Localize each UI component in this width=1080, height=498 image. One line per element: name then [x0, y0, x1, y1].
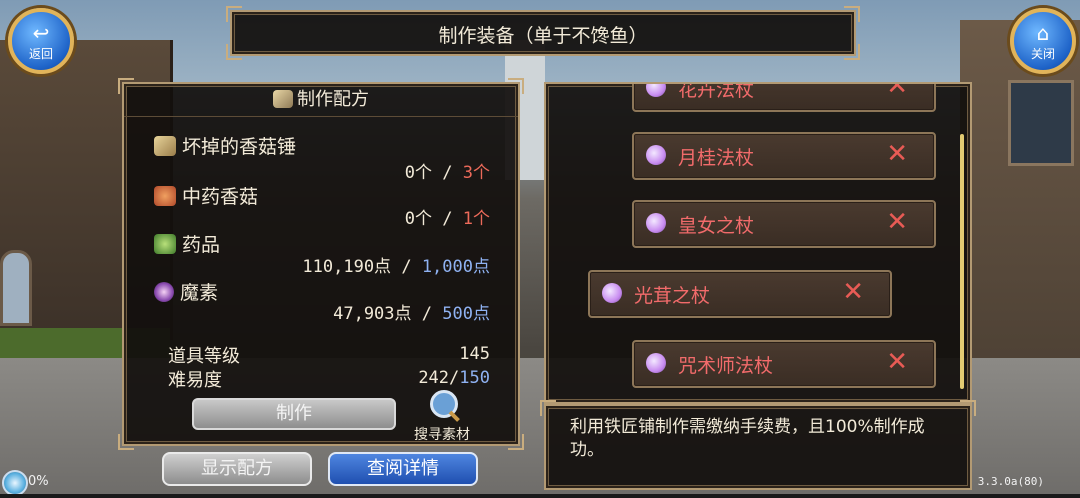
- item-name: 花卉法杖: [678, 82, 755, 101]
- description-panel: 利用铁匠铺制作需缴纳手续费，且100%制作成功。: [540, 400, 976, 490]
- home-icon: ⌂: [1036, 21, 1050, 45]
- title-bar: 制作装备（单于不馋鱼）: [226, 6, 860, 60]
- list-item[interactable]: 花卉法杖 ✕: [632, 82, 936, 112]
- material-row: 坏掉的香菇锤: [154, 132, 494, 159]
- staff-icon: [646, 353, 666, 373]
- version-label: 3.3.0a(80): [977, 475, 1044, 488]
- back-icon: ↩: [32, 21, 50, 45]
- difficulty-value: 242/150: [418, 368, 490, 388]
- material-quantity: 47,903点 / 500点: [333, 299, 490, 324]
- remove-icon[interactable]: ✕: [886, 207, 908, 237]
- quantity-need: 3个: [462, 163, 490, 183]
- remove-icon[interactable]: ✕: [886, 84, 908, 101]
- show-recipe-button[interactable]: 显示配方: [162, 452, 312, 486]
- list-item[interactable]: 皇女之杖 ✕: [632, 200, 936, 248]
- right-building: [960, 20, 1080, 400]
- remove-icon[interactable]: ✕: [886, 139, 908, 169]
- quantity-have: 0个: [404, 209, 432, 229]
- staff-icon: [646, 213, 666, 233]
- material-name: 药品: [182, 234, 221, 256]
- difficulty-label: 难易度: [168, 370, 222, 391]
- quantity-separator: /: [442, 163, 453, 183]
- staff-icon: [646, 145, 666, 165]
- list-item[interactable]: 月桂法杖 ✕: [632, 132, 936, 180]
- difficulty-need: 150: [459, 368, 490, 388]
- equipment-list-panel: 花卉法杖 ✕ 月桂法杖 ✕ 皇女之杖 ✕ 光茸之杖 ✕ 咒术师法杖 ✕: [544, 82, 972, 404]
- experience-icon: [2, 470, 28, 496]
- item-name: 月桂法杖: [678, 147, 755, 169]
- experience-percent: 0%: [28, 474, 49, 489]
- close-label: 关闭: [1030, 47, 1055, 61]
- herb-icon: [154, 234, 176, 254]
- scroll-icon: [273, 90, 293, 108]
- quantity-have: 0个: [404, 163, 432, 183]
- staff-icon: [646, 84, 666, 97]
- recipe-title: 制作配方: [297, 89, 369, 110]
- item-level-label: 道具等级: [168, 346, 240, 367]
- material-quantity: 0个 / 3个: [405, 158, 490, 183]
- quantity-need: 500点: [442, 304, 490, 324]
- quantity-separator: /: [442, 209, 453, 229]
- magic-orb-icon: [154, 282, 174, 302]
- material-quantity: 0个 / 1个: [405, 204, 490, 229]
- recipe-panel: 制作配方 坏掉的香菇锤 0个 / 3个 中药香菇 0个 / 1个 药品 110,…: [118, 78, 524, 450]
- list-item-selected[interactable]: 光茸之杖 ✕: [588, 270, 892, 318]
- recipe-header: 制作配方: [124, 84, 518, 117]
- view-details-button[interactable]: 查阅详情: [328, 452, 478, 486]
- material-name: 魔素: [180, 282, 219, 304]
- close-button[interactable]: ⌂ 关闭: [1010, 8, 1076, 74]
- building-window: [0, 250, 32, 326]
- material-quantity: 110,190点 / 1,000点: [302, 252, 490, 277]
- description-text: 利用铁匠铺制作需缴纳手续费，且100%制作成功。: [570, 417, 925, 460]
- search-materials-label[interactable]: 搜寻素材: [414, 424, 470, 444]
- experience-bar: [0, 494, 1080, 498]
- material-name: 中药香菇: [182, 186, 259, 208]
- staff-icon: [602, 283, 622, 303]
- building-window: [1008, 80, 1074, 166]
- list-scrollbar[interactable]: [960, 134, 964, 389]
- difficulty-have: 242: [418, 368, 450, 388]
- quantity-have: 110,190点: [302, 257, 392, 277]
- remove-icon[interactable]: ✕: [886, 347, 908, 377]
- hammer-icon: [154, 136, 176, 156]
- quantity-need: 1,000点: [421, 257, 490, 277]
- quantity-separator: /: [401, 257, 412, 277]
- page-title: 制作装备（单于不馋鱼）: [438, 25, 648, 47]
- remove-icon[interactable]: ✕: [842, 277, 864, 307]
- item-level-value: 145: [459, 344, 490, 364]
- back-label: 返回: [28, 47, 53, 61]
- difficulty-separator: /: [449, 368, 460, 388]
- quantity-separator: /: [421, 304, 433, 324]
- item-name: 光茸之杖: [634, 285, 711, 307]
- material-name: 坏掉的香菇锤: [182, 136, 297, 158]
- mushroom-icon: [154, 186, 176, 206]
- make-button[interactable]: 制作: [192, 398, 396, 430]
- back-button[interactable]: ↩ 返回: [8, 8, 74, 74]
- quantity-need: 1个: [462, 209, 490, 229]
- item-name: 皇女之杖: [678, 215, 755, 237]
- item-name: 咒术师法杖: [678, 355, 774, 377]
- quantity-have: 47,903点: [333, 304, 412, 324]
- list-item[interactable]: 咒术师法杖 ✕: [632, 340, 936, 388]
